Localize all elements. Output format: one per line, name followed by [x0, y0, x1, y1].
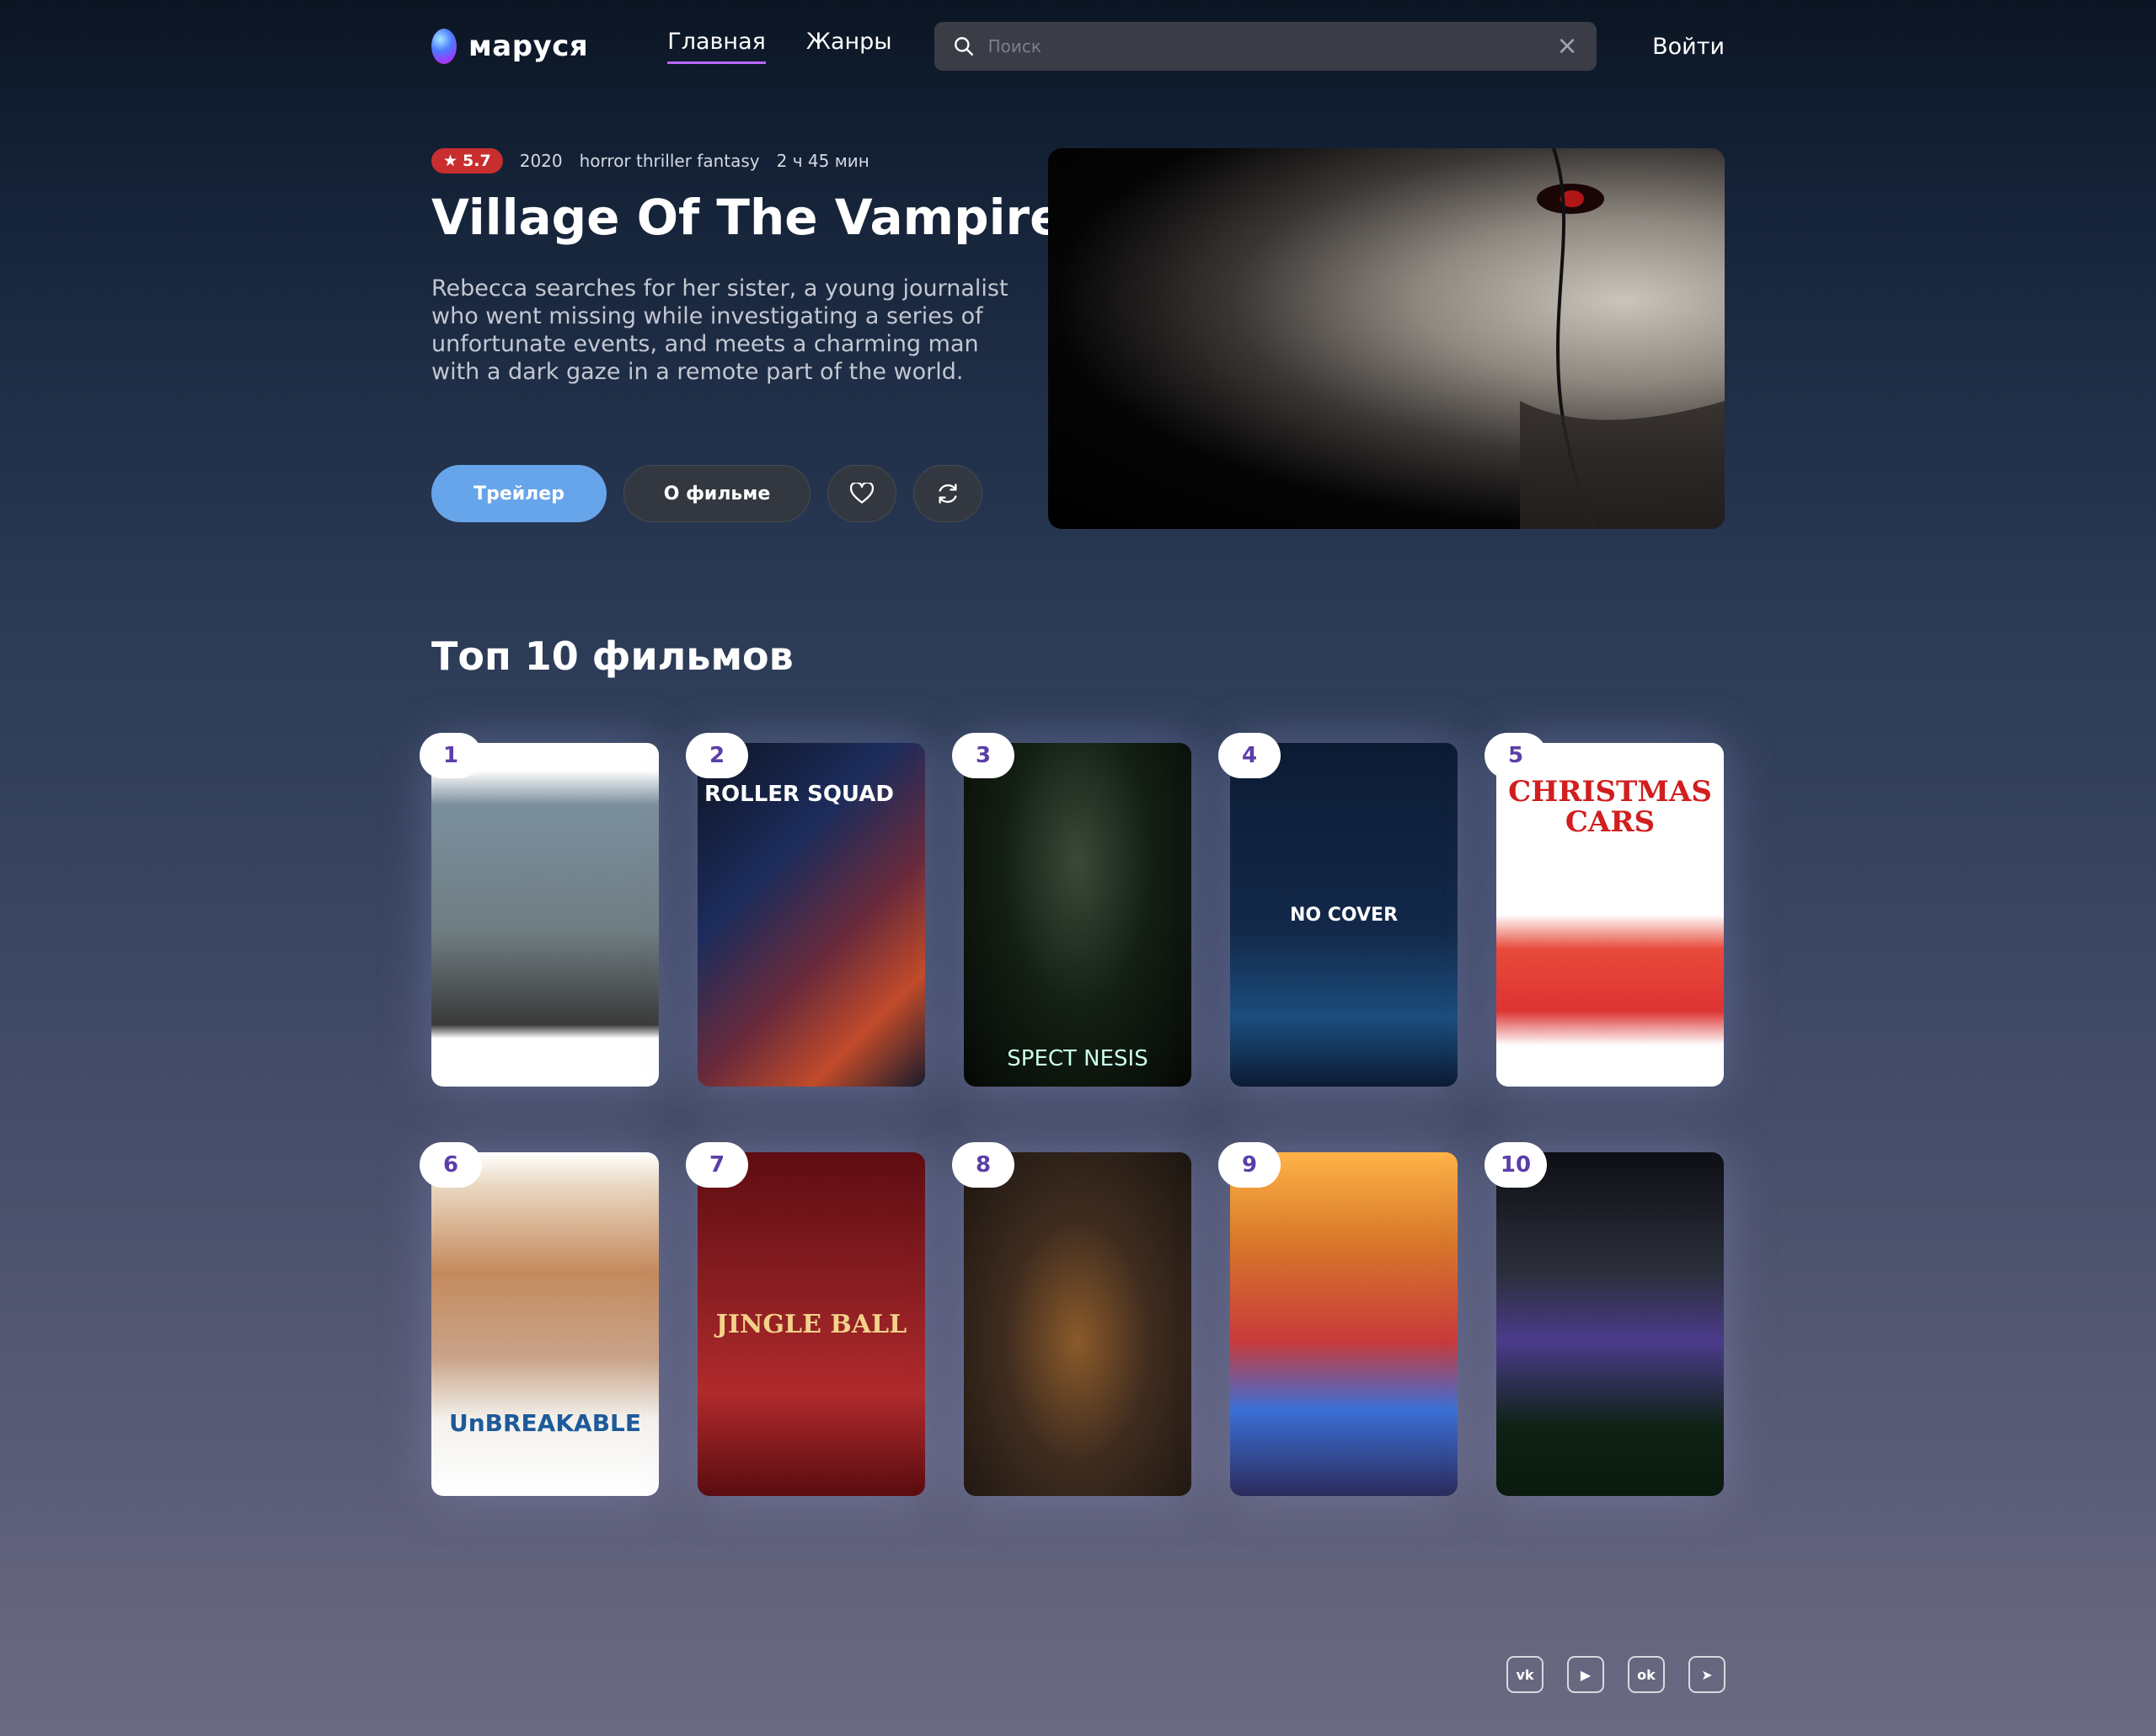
rank-badge: 9 — [1218, 1142, 1281, 1188]
top10-grid: 1 2 ROLLER SQUAD 3 SPECT NESIS 4 NO COVE… — [420, 733, 1725, 1496]
movie-card[interactable]: 1 — [420, 733, 659, 1087]
hero-poster-image — [1048, 148, 1725, 529]
login-button[interactable]: Войти — [1652, 34, 1725, 60]
poster-title: UnBREAKABLE — [448, 1409, 642, 1437]
star-icon: ★ — [443, 152, 458, 170]
poster-title: CHRISTMAS CARS — [1508, 775, 1712, 839]
search-icon — [953, 35, 975, 57]
header: маруся Главная Жанры × Войти — [431, 19, 1725, 74]
clear-search-icon[interactable]: × — [1556, 34, 1577, 59]
movie-card[interactable]: 6 UnBREAKABLE — [420, 1142, 659, 1496]
movie-poster — [964, 1152, 1191, 1496]
movie-duration: 2 ч 45 мин — [776, 151, 869, 171]
heart-icon — [850, 483, 874, 504]
poster-title: JINGLE BALL — [715, 1309, 907, 1339]
youtube-icon[interactable]: ▶ — [1567, 1656, 1604, 1693]
odnoklassniki-icon[interactable]: ok — [1628, 1656, 1665, 1693]
vk-icon[interactable]: vk — [1506, 1656, 1543, 1693]
refresh-button[interactable] — [913, 465, 982, 522]
movie-poster — [1496, 1152, 1724, 1496]
movie-poster — [431, 743, 659, 1087]
rating-value: 5.7 — [463, 152, 491, 170]
movie-poster: UnBREAKABLE — [431, 1152, 659, 1496]
search-bar[interactable]: × — [934, 22, 1597, 71]
movie-poster: CHRISTMAS CARS — [1496, 743, 1724, 1087]
rank-badge: 4 — [1218, 733, 1281, 778]
movie-poster: JINGLE BALL — [698, 1152, 925, 1496]
rank-badge: 3 — [952, 733, 1014, 778]
nav-home[interactable]: Главная — [667, 29, 766, 64]
movie-card[interactable]: 2 ROLLER SQUAD — [686, 733, 925, 1087]
movie-poster: NO COVER — [1230, 743, 1458, 1087]
movie-poster: ROLLER SQUAD — [698, 743, 925, 1087]
logo-text: маруся — [468, 29, 589, 63]
refresh-icon — [939, 483, 957, 504]
hero-actions: Трейлер О фильме — [431, 465, 982, 522]
movie-card[interactable]: 8 — [952, 1142, 1191, 1496]
rank-badge: 5 — [1485, 733, 1547, 778]
movie-card[interactable]: 7 JINGLE BALL — [686, 1142, 925, 1496]
movie-poster — [1230, 1152, 1458, 1496]
poster-title: SPECT NESIS — [1007, 1046, 1148, 1071]
movie-card[interactable]: 3 SPECT NESIS — [952, 733, 1191, 1087]
main-nav: Главная Жанры — [667, 29, 892, 64]
telegram-icon[interactable]: ➤ — [1688, 1656, 1725, 1693]
movie-description: Rebecca searches for her sister, a young… — [431, 275, 1008, 385]
movie-year: 2020 — [519, 151, 563, 171]
no-cover-label: NO COVER — [1289, 904, 1399, 926]
search-input[interactable] — [987, 36, 1543, 56]
rank-badge: 2 — [686, 733, 748, 778]
vampire-face-image — [1520, 148, 1725, 529]
movie-card[interactable]: 10 — [1485, 1142, 1724, 1496]
top10-title: Топ 10 фильмов — [431, 633, 794, 679]
movie-card[interactable]: 4 NO COVER — [1218, 733, 1458, 1087]
rank-badge: 8 — [952, 1142, 1014, 1188]
favorite-button[interactable] — [827, 465, 896, 522]
movie-card[interactable]: 5 CHRISTMAS CARS — [1485, 733, 1724, 1087]
rank-badge: 7 — [686, 1142, 748, 1188]
logo[interactable]: маруся — [431, 29, 588, 64]
movie-card[interactable]: 9 — [1218, 1142, 1458, 1496]
poster-title: ROLLER SQUAD — [704, 782, 894, 807]
hero-section: ★ 5.7 2020 horror thriller fantasy 2 ч 4… — [431, 148, 1725, 529]
movie-poster: SPECT NESIS — [964, 743, 1191, 1087]
social-links: vk ▶ ok ➤ — [1506, 1656, 1725, 1693]
about-movie-button[interactable]: О фильме — [623, 465, 811, 522]
movie-genres: horror thriller fantasy — [579, 151, 760, 171]
rank-badge: 10 — [1485, 1142, 1547, 1188]
page: маруся Главная Жанры × Войти ★ 5.7 2020 … — [0, 0, 2156, 1736]
rating-badge: ★ 5.7 — [431, 148, 503, 174]
rank-badge: 6 — [420, 1142, 482, 1188]
logo-mark-icon — [431, 29, 457, 64]
rank-badge: 1 — [420, 733, 482, 778]
nav-genres[interactable]: Жанры — [806, 29, 892, 64]
trailer-button[interactable]: Трейлер — [431, 465, 607, 522]
